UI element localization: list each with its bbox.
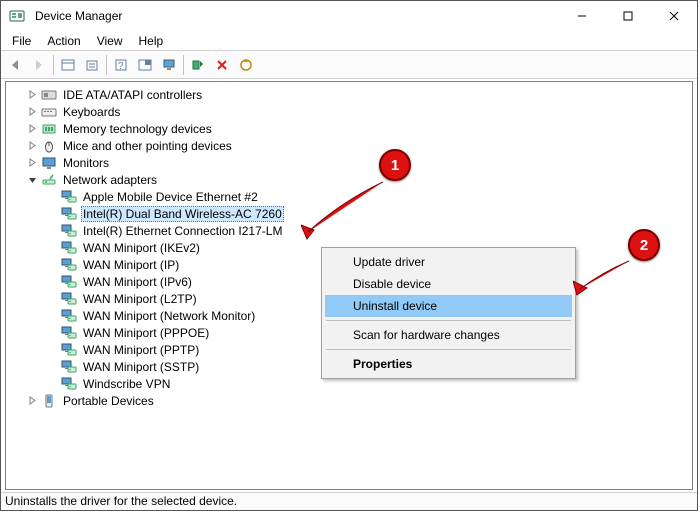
app-icon <box>9 8 25 24</box>
memory-icon <box>41 121 57 137</box>
device-label: Apple Mobile Device Ethernet #2 <box>81 190 260 204</box>
device-label: WAN Miniport (IPv6) <box>81 275 194 289</box>
category-label: Monitors <box>61 156 111 170</box>
context-menu-item[interactable]: Properties <box>325 353 572 375</box>
menu-view[interactable]: View <box>90 33 130 49</box>
category-label: Keyboards <box>61 105 122 119</box>
network-adapter-icon <box>61 342 77 358</box>
network-adapter-icon <box>61 240 77 256</box>
toolbar: ? <box>1 51 697 79</box>
category-portable[interactable]: Portable Devices <box>6 392 692 409</box>
device-label: Windscribe VPN <box>81 377 172 391</box>
menu-help[interactable]: Help <box>132 33 171 49</box>
context-menu-separator <box>326 349 571 350</box>
category-keyboard[interactable]: Keyboards <box>6 103 692 120</box>
annotation-badge-2: 2 <box>628 229 660 261</box>
context-menu-item[interactable]: Uninstall device <box>325 295 572 317</box>
ide-icon <box>41 87 57 103</box>
annotation-badge-1: 1 <box>379 149 411 181</box>
expand-caret[interactable] <box>26 395 38 407</box>
network-adapter-icon <box>61 291 77 307</box>
expand-caret[interactable] <box>26 106 38 118</box>
menu-file[interactable]: File <box>5 33 38 49</box>
network-adapter-icon <box>61 189 77 205</box>
maximize-button[interactable] <box>605 1 651 31</box>
network-adapter-icon <box>61 359 77 375</box>
device-label: WAN Miniport (Network Monitor) <box>81 309 257 323</box>
network-adapter-icon <box>61 376 77 392</box>
category-monitor[interactable]: Monitors <box>6 154 692 171</box>
network-adapter-icon <box>61 206 77 222</box>
category-label: Portable Devices <box>61 394 156 408</box>
expand-caret[interactable] <box>26 140 38 152</box>
window-title: Device Manager <box>35 9 122 23</box>
minimize-button[interactable] <box>559 1 605 31</box>
device-label: WAN Miniport (IKEv2) <box>81 241 202 255</box>
mouse-icon <box>41 138 57 154</box>
uninstall-icon[interactable] <box>212 55 232 75</box>
svg-text:?: ? <box>118 61 124 72</box>
portable-icon <box>41 393 57 409</box>
context-menu-item[interactable]: Update driver <box>325 251 572 273</box>
network-adapter-icon <box>61 257 77 273</box>
device-item[interactable]: Intel(R) Dual Band Wireless-AC 7260 <box>6 205 692 222</box>
expand-caret[interactable] <box>26 174 38 186</box>
context-menu-item[interactable]: Disable device <box>325 273 572 295</box>
context-menu-separator <box>326 320 571 321</box>
network-adapter-icon <box>61 325 77 341</box>
category-label: IDE ATA/ATAPI controllers <box>61 88 204 102</box>
update-driver-icon[interactable] <box>236 55 256 75</box>
network-adapter-icon <box>61 223 77 239</box>
action-icon[interactable] <box>135 55 155 75</box>
window-controls <box>559 1 697 31</box>
device-label: WAN Miniport (IP) <box>81 258 181 272</box>
device-manager-window: Device Manager File Action View Help ? I… <box>0 0 698 511</box>
monitor-icon <box>41 155 57 171</box>
back-button[interactable] <box>5 55 25 75</box>
expand-caret[interactable] <box>26 157 38 169</box>
menubar: File Action View Help <box>1 31 697 51</box>
category-label: Network adapters <box>61 173 159 187</box>
computer-icon[interactable] <box>159 55 179 75</box>
close-button[interactable] <box>651 1 697 31</box>
help-icon[interactable]: ? <box>111 55 131 75</box>
category-label: Mice and other pointing devices <box>61 139 234 153</box>
category-network[interactable]: Network adapters <box>6 171 692 188</box>
category-memory[interactable]: Memory technology devices <box>6 120 692 137</box>
show-hidden-icon[interactable] <box>58 55 78 75</box>
device-label: Intel(R) Ethernet Connection I217-LM <box>81 224 284 238</box>
menu-action[interactable]: Action <box>40 33 87 49</box>
device-label: WAN Miniport (PPPOE) <box>81 326 211 340</box>
category-label: Memory technology devices <box>61 122 214 136</box>
scan-hardware-icon[interactable] <box>188 55 208 75</box>
expand-caret[interactable] <box>26 123 38 135</box>
status-bar: Uninstalls the driver for the selected d… <box>1 492 697 510</box>
device-label: Intel(R) Dual Band Wireless-AC 7260 <box>81 206 284 222</box>
network-adapter-icon <box>61 308 77 324</box>
device-label: WAN Miniport (L2TP) <box>81 292 199 306</box>
network-icon <box>41 172 57 188</box>
titlebar: Device Manager <box>1 1 697 31</box>
network-adapter-icon <box>61 274 77 290</box>
keyboard-icon <box>41 104 57 120</box>
device-label: WAN Miniport (SSTP) <box>81 360 201 374</box>
context-menu-item[interactable]: Scan for hardware changes <box>325 324 572 346</box>
category-mouse[interactable]: Mice and other pointing devices <box>6 137 692 154</box>
context-menu: Update driverDisable deviceUninstall dev… <box>321 247 576 379</box>
device-item[interactable]: Intel(R) Ethernet Connection I217-LM <box>6 222 692 239</box>
device-label: WAN Miniport (PPTP) <box>81 343 201 357</box>
device-item[interactable]: Apple Mobile Device Ethernet #2 <box>6 188 692 205</box>
category-ide[interactable]: IDE ATA/ATAPI controllers <box>6 86 692 103</box>
forward-button[interactable] <box>29 55 49 75</box>
properties-icon[interactable] <box>82 55 102 75</box>
expand-caret[interactable] <box>26 89 38 101</box>
